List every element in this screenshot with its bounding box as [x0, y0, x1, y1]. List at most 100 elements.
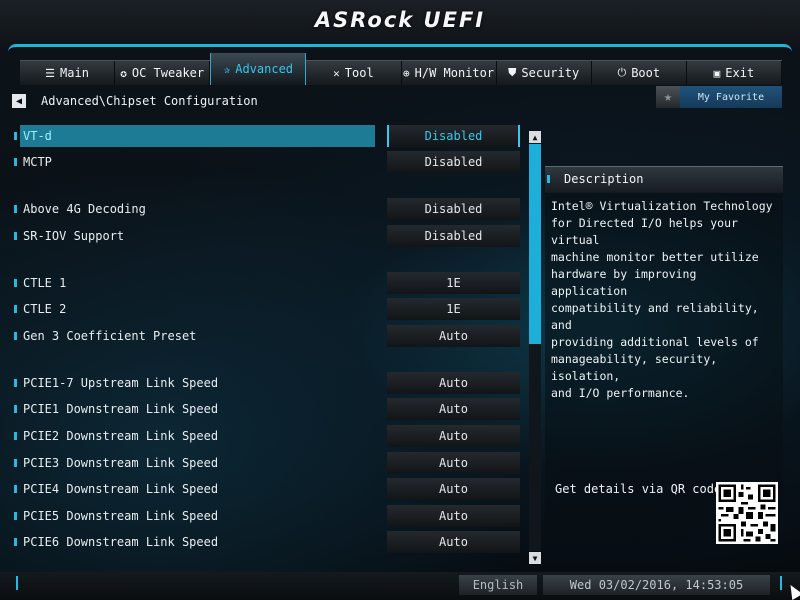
- description-title: Description: [564, 172, 644, 186]
- scroll-down-arrow-icon[interactable]: ▼: [529, 552, 541, 564]
- tab-label: Advanced: [235, 62, 294, 76]
- main-tab-bar: ☰ Main ✪ OC Tweaker ✰ Advanced ✕ Tool ⊕ H/W Monit…: [20, 53, 782, 85]
- setting-label: PCIE6 Downstream Link Speed: [23, 535, 219, 549]
- setting-row-pcie4-downstream-link-speed[interactable]: PCIE4 Downstream Link Speed Auto: [14, 478, 520, 500]
- row-marker: [14, 432, 17, 440]
- tab-main[interactable]: ☰ Main: [20, 61, 116, 85]
- setting-value-dropdown[interactable]: Auto: [387, 398, 520, 420]
- asrock-uefi-logo: ASRock UEFI: [314, 8, 486, 32]
- breadcrumb: Advanced\Chipset Configuration: [41, 94, 258, 108]
- setting-row-ctle-2[interactable]: CTLE 2 1E: [14, 298, 520, 320]
- qr-code-label: Get details via QR code: [555, 482, 722, 496]
- row-marker: [14, 459, 17, 467]
- my-favorite-button[interactable]: ★ My Favorite: [656, 86, 782, 108]
- setting-value-dropdown[interactable]: Auto: [387, 505, 520, 527]
- setting-row-pcie1-7-upstream-link-speed[interactable]: PCIE1-7 Upstream Link Speed Auto: [14, 372, 520, 394]
- date-time-display: Wed 03/02/2016, 14:53:05: [543, 575, 770, 595]
- setting-label: PCIE1 Downstream Link Speed: [23, 402, 219, 416]
- setting-value-dropdown[interactable]: 1E: [387, 298, 520, 320]
- setting-label: PCIE2 Downstream Link Speed: [23, 429, 219, 443]
- setting-label: Gen 3 Coefficient Preset: [23, 329, 197, 343]
- tab-label: Boot: [631, 66, 661, 80]
- setting-value-dropdown[interactable]: Disabled: [387, 225, 520, 247]
- exit-icon: ▣: [713, 66, 721, 80]
- setting-label: MCTP: [23, 155, 52, 169]
- setting-row-pcie6-downstream-link-speed[interactable]: PCIE6 Downstream Link Speed Auto: [14, 531, 520, 553]
- setting-value-dropdown[interactable]: Disabled: [387, 151, 520, 173]
- setting-row-pcie1-downstream-link-speed[interactable]: PCIE1 Downstream Link Speed Auto: [14, 398, 520, 420]
- description-text: Intel® Virtualization Technology for Dir…: [551, 199, 773, 400]
- setting-row-vt-d[interactable]: VT-d Disabled: [14, 125, 520, 147]
- star-icon: ★: [656, 86, 680, 108]
- row-marker: [14, 485, 17, 493]
- tab-label: OC Tweaker: [131, 66, 205, 80]
- setting-value-dropdown[interactable]: 1E: [387, 272, 520, 294]
- tab-label: H/W Monitor: [414, 66, 495, 80]
- setting-label: CTLE 2: [23, 302, 67, 316]
- shield-icon: ⛊: [508, 66, 517, 79]
- description-marker: [547, 175, 550, 183]
- qr-code-icon: [716, 482, 778, 544]
- tab-boot[interactable]: ⏻ Boot: [592, 61, 687, 85]
- setting-value-dropdown[interactable]: Auto: [387, 325, 520, 347]
- tab-exit[interactable]: ▣ Exit: [687, 61, 782, 85]
- tab-oc-tweaker[interactable]: ✪ OC Tweaker: [115, 61, 211, 85]
- tools-icon: ✕: [333, 66, 340, 80]
- setting-label: PCIE3 Downstream Link Speed: [23, 456, 219, 470]
- list-icon: ☰: [45, 66, 56, 80]
- setting-label: PCIE5 Downstream Link Speed: [23, 509, 219, 523]
- row-marker: [14, 405, 17, 413]
- setting-label: CTLE 1: [23, 276, 67, 290]
- row-marker: [14, 538, 17, 546]
- top-bar: ASRock UEFI: [0, 0, 800, 48]
- status-bar-right-marker: [780, 576, 782, 590]
- row-marker: [14, 158, 17, 166]
- setting-label: VT-d: [20, 125, 375, 147]
- row-marker: [14, 279, 17, 287]
- setting-label: Above 4G Decoding: [23, 202, 146, 216]
- row-marker: [14, 132, 17, 140]
- tab-label: Exit: [725, 66, 755, 80]
- scroll-up-arrow-icon[interactable]: ▲: [529, 131, 541, 143]
- back-arrow-icon[interactable]: ◀: [12, 94, 26, 108]
- my-favorite-label: My Favorite: [680, 86, 782, 108]
- setting-row-above-4g-decoding[interactable]: Above 4G Decoding Disabled: [14, 198, 520, 220]
- tab-security[interactable]: ⛊ Security: [497, 61, 592, 85]
- row-marker: [14, 332, 17, 340]
- row-marker: [14, 305, 17, 313]
- setting-value-dropdown[interactable]: Auto: [387, 372, 520, 394]
- tab-label: Tool: [344, 66, 374, 80]
- setting-value-dropdown[interactable]: Auto: [387, 531, 520, 553]
- tab-label: Security: [521, 66, 580, 80]
- language-button[interactable]: English: [459, 575, 537, 595]
- setting-row-ctle-1[interactable]: CTLE 1 1E: [14, 272, 520, 294]
- setting-row-pcie2-downstream-link-speed[interactable]: PCIE2 Downstream Link Speed Auto: [14, 425, 520, 447]
- setting-value-dropdown[interactable]: Disabled: [387, 198, 520, 220]
- star-icon: ✰: [223, 62, 231, 76]
- setting-row-pcie5-downstream-link-speed[interactable]: PCIE5 Downstream Link Speed Auto: [14, 505, 520, 527]
- scrollbar-thumb[interactable]: [529, 144, 541, 344]
- status-bar-left-marker: [16, 576, 18, 590]
- row-marker: [14, 205, 17, 213]
- tab-tool[interactable]: ✕ Tool: [306, 61, 402, 85]
- row-marker: [14, 512, 17, 520]
- tab-h-w-monitor[interactable]: ⊕ H/W Monitor: [402, 61, 497, 85]
- setting-value-dropdown[interactable]: Disabled: [387, 125, 520, 147]
- power-icon: ⏻: [617, 66, 627, 79]
- setting-row-mctp[interactable]: MCTP Disabled: [14, 151, 520, 173]
- setting-label: SR-IOV Support: [23, 229, 125, 243]
- rocket-icon: ✪: [120, 66, 127, 80]
- setting-value-dropdown[interactable]: Auto: [387, 478, 520, 500]
- setting-value-dropdown[interactable]: Auto: [387, 452, 520, 474]
- row-marker: [14, 379, 17, 387]
- setting-label: PCIE4 Downstream Link Speed: [23, 482, 219, 496]
- row-marker: [14, 232, 17, 240]
- setting-label: PCIE1-7 Upstream Link Speed: [23, 376, 219, 390]
- setting-row-sr-iov-support[interactable]: SR-IOV Support Disabled: [14, 225, 520, 247]
- tab-label: Main: [60, 66, 89, 80]
- setting-row-gen-3-coefficient-preset[interactable]: Gen 3 Coefficient Preset Auto: [14, 325, 520, 347]
- setting-value-dropdown[interactable]: Auto: [387, 425, 520, 447]
- globe-icon: ⊕: [403, 66, 410, 80]
- setting-row-pcie3-downstream-link-speed[interactable]: PCIE3 Downstream Link Speed Auto: [14, 452, 520, 474]
- tab-advanced[interactable]: ✰ Advanced: [210, 53, 307, 85]
